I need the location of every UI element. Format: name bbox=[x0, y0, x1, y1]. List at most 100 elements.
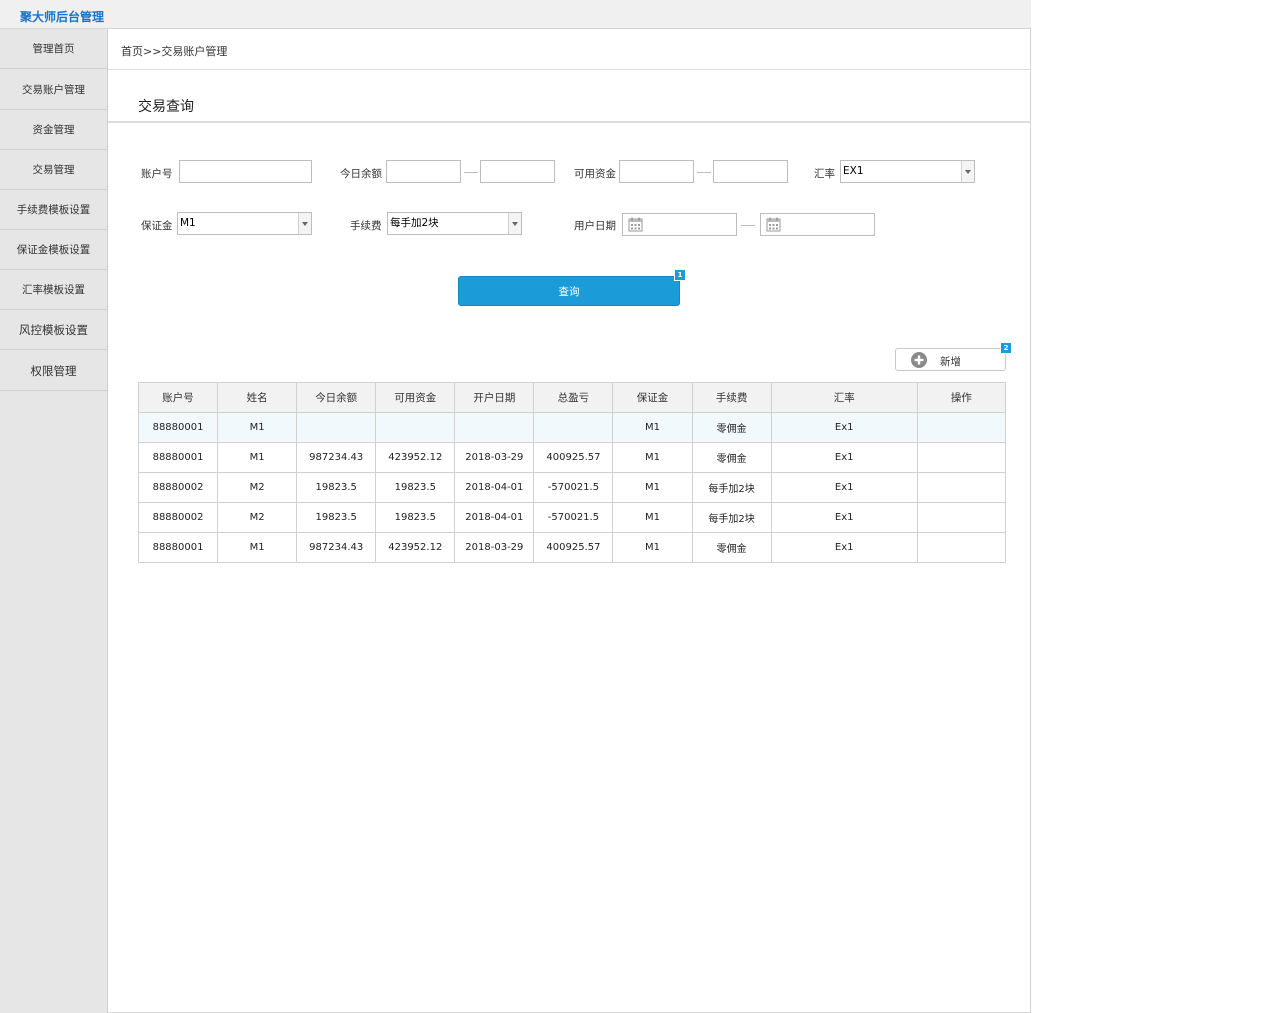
table-cell: M1 bbox=[612, 502, 693, 533]
table-cell: 每手加2块 bbox=[691, 472, 772, 503]
table-cell: 2018-04-01 bbox=[454, 502, 535, 533]
rate-select[interactable]: EX1 bbox=[840, 160, 975, 183]
column-header: 操作 bbox=[916, 382, 1007, 413]
chevron-down-icon[interactable] bbox=[508, 213, 521, 234]
chevron-down-icon[interactable] bbox=[961, 161, 974, 182]
table-row[interactable]: 88880001 M1 M1 零佣金 Ex1 bbox=[137, 412, 1007, 443]
action-cell[interactable] bbox=[916, 442, 1007, 473]
calendar-icon[interactable] bbox=[628, 217, 643, 232]
sidebar-item-rate-templates[interactable]: 汇率模板设置 bbox=[0, 270, 107, 310]
rate-select-value: EX1 bbox=[843, 165, 864, 177]
sidebar-item-risk-templates[interactable]: 风控模板设置 bbox=[0, 310, 107, 350]
sidebar: 管理首页 交易账户管理 资金管理 交易管理 手续费模板设置 保证金模板设置 汇率… bbox=[0, 29, 108, 1013]
table-cell: M1 bbox=[612, 472, 693, 503]
account-input[interactable] bbox=[179, 160, 312, 183]
table-cell: 2018-03-29 bbox=[454, 532, 535, 563]
chevron-down-icon[interactable] bbox=[298, 213, 311, 234]
table-cell: 每手加2块 bbox=[691, 502, 772, 533]
rate-label: 汇率 bbox=[814, 168, 835, 180]
section-divider bbox=[108, 121, 1030, 123]
column-header: 总盈亏 bbox=[533, 382, 614, 413]
add-button[interactable]: 新增 bbox=[895, 348, 1006, 371]
column-header: 今日余额 bbox=[296, 382, 377, 413]
sidebar-item-funds[interactable]: 资金管理 bbox=[0, 110, 107, 150]
table-cell: Ex1 bbox=[770, 472, 918, 503]
balance-label: 今日余额 bbox=[340, 168, 382, 180]
sidebar-item-margin-templates[interactable]: 保证金模板设置 bbox=[0, 230, 107, 270]
column-header: 开户日期 bbox=[454, 382, 535, 413]
table-cell: M1 bbox=[217, 442, 298, 473]
table-cell: Ex1 bbox=[770, 412, 918, 443]
accounts-table: 账户号 姓名 今日余额 可用资金 开户日期 总盈亏 保证金 手续费 汇率 操作 … bbox=[137, 382, 1007, 563]
add-badge: 2 bbox=[1000, 342, 1012, 354]
main-content: 首页>>交易账户管理 交易查询 账户号 今日余额 可用资金 汇率 EX1 保证金… bbox=[108, 29, 1031, 1013]
action-cell[interactable] bbox=[916, 502, 1007, 533]
available-from-input[interactable] bbox=[619, 160, 694, 183]
date-from-input[interactable] bbox=[622, 213, 737, 236]
plus-circle-icon bbox=[911, 352, 927, 368]
table-row[interactable]: 88880001 M1 987234.43 423952.12 2018-03-… bbox=[137, 532, 1007, 563]
table-cell: Ex1 bbox=[770, 502, 918, 533]
table-cell: 423952.12 bbox=[375, 442, 456, 473]
fee-select-value: 每手加2块 bbox=[390, 217, 439, 229]
action-cell[interactable] bbox=[916, 412, 1007, 443]
column-header: 保证金 bbox=[612, 382, 693, 413]
table-cell: 88880002 bbox=[137, 472, 219, 503]
fee-select[interactable]: 每手加2块 bbox=[387, 212, 522, 235]
action-cell[interactable] bbox=[916, 472, 1007, 503]
table-row[interactable]: 88880001 M1 987234.43 423952.12 2018-03-… bbox=[137, 442, 1007, 473]
range-dash bbox=[697, 172, 711, 173]
action-cell[interactable] bbox=[916, 532, 1007, 563]
table-cell: 88880002 bbox=[137, 502, 219, 533]
account-label: 账户号 bbox=[141, 168, 173, 180]
available-to-input[interactable] bbox=[713, 160, 788, 183]
section-title: 交易查询 bbox=[138, 99, 194, 115]
table-cell: Ex1 bbox=[770, 532, 918, 563]
column-header: 手续费 bbox=[691, 382, 772, 413]
column-header: 姓名 bbox=[217, 382, 298, 413]
table-cell: -570021.5 bbox=[533, 502, 614, 533]
breadcrumb: 首页>>交易账户管理 bbox=[121, 45, 228, 58]
sidebar-item-home[interactable]: 管理首页 bbox=[0, 29, 107, 69]
table-cell: 88880001 bbox=[137, 532, 219, 563]
add-button-label: 新增 bbox=[940, 356, 961, 368]
table-cell: M1 bbox=[612, 412, 693, 443]
table-cell bbox=[454, 412, 535, 443]
table-cell: M1 bbox=[612, 532, 693, 563]
column-header: 账户号 bbox=[137, 382, 219, 413]
calendar-icon[interactable] bbox=[766, 217, 781, 232]
table-cell: M1 bbox=[612, 442, 693, 473]
sidebar-item-trade-accounts[interactable]: 交易账户管理 bbox=[0, 70, 107, 110]
table-cell: 零佣金 bbox=[691, 442, 772, 473]
column-header: 汇率 bbox=[770, 382, 918, 413]
table-cell: 987234.43 bbox=[296, 532, 377, 563]
table-cell: 19823.5 bbox=[375, 472, 456, 503]
table-cell: M2 bbox=[217, 472, 298, 503]
balance-to-input[interactable] bbox=[480, 160, 555, 183]
balance-from-input[interactable] bbox=[386, 160, 461, 183]
table-cell: Ex1 bbox=[770, 442, 918, 473]
margin-select-value: M1 bbox=[180, 217, 196, 229]
query-button[interactable]: 查询 bbox=[458, 276, 680, 306]
margin-label: 保证金 bbox=[141, 220, 173, 232]
table-cell: 423952.12 bbox=[375, 532, 456, 563]
table-header-row: 账户号 姓名 今日余额 可用资金 开户日期 总盈亏 保证金 手续费 汇率 操作 bbox=[137, 382, 1007, 413]
table-cell: 400925.57 bbox=[533, 532, 614, 563]
table-cell bbox=[375, 412, 456, 443]
table-cell: 2018-04-01 bbox=[454, 472, 535, 503]
app-title: 聚大师后台管理 bbox=[20, 10, 105, 24]
table-cell: 19823.5 bbox=[375, 502, 456, 533]
table-row[interactable]: 88880002 M2 19823.5 19823.5 2018-04-01 -… bbox=[137, 472, 1007, 503]
sidebar-item-trades[interactable]: 交易管理 bbox=[0, 150, 107, 190]
table-row[interactable]: 88880002 M2 19823.5 19823.5 2018-04-01 -… bbox=[137, 502, 1007, 533]
sidebar-item-permissions[interactable]: 权限管理 bbox=[0, 351, 107, 391]
table-cell: -570021.5 bbox=[533, 472, 614, 503]
date-to-input[interactable] bbox=[760, 213, 875, 236]
table-cell: 零佣金 bbox=[691, 412, 772, 443]
sidebar-item-fee-templates[interactable]: 手续费模板设置 bbox=[0, 190, 107, 230]
margin-select[interactable]: M1 bbox=[177, 212, 312, 235]
table-cell: 19823.5 bbox=[296, 502, 377, 533]
table-cell: M1 bbox=[217, 532, 298, 563]
table-cell bbox=[296, 412, 377, 443]
table-cell: 987234.43 bbox=[296, 442, 377, 473]
